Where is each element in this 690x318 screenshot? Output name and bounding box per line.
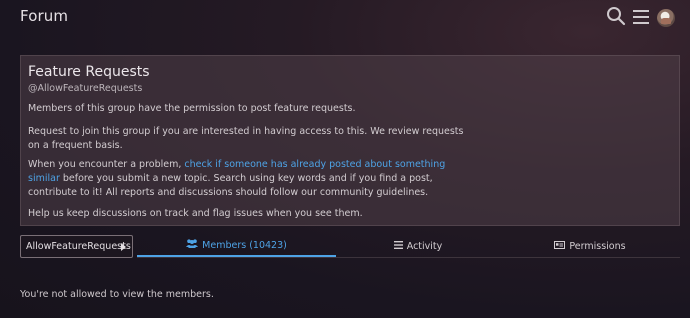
hamburger-menu-icon[interactable] <box>633 9 649 28</box>
group-dropdown-label: AllowFeatureRequests <box>26 241 131 252</box>
search-icon[interactable] <box>606 6 626 30</box>
group-description-1: Members of this group have the permissio… <box>28 103 356 114</box>
group-description-4: Help us keep discussions on track and fl… <box>28 208 363 219</box>
list-icon <box>393 240 403 252</box>
tab-activity[interactable]: Activity <box>336 235 500 257</box>
description-text: before you submit a new topic. Search us… <box>28 173 433 198</box>
tab-members-label: Members (10423) <box>202 239 287 251</box>
users-icon <box>186 239 199 251</box>
group-banner: Feature Requests @AllowFeatureRequests M… <box>20 55 680 226</box>
members-permission-message: You're not allowed to view the members. <box>20 289 214 300</box>
tab-members[interactable]: Members (10423) <box>137 235 336 257</box>
group-description-2: Request to join this group if you are in… <box>28 126 464 151</box>
tab-permissions-label: Permissions <box>569 240 626 252</box>
user-avatar[interactable] <box>657 9 675 27</box>
group-title: Feature Requests <box>28 64 150 80</box>
group-handle: @AllowFeatureRequests <box>28 83 143 94</box>
tab-permissions[interactable]: Permissions <box>500 235 680 257</box>
top-header: Forum <box>0 0 690 34</box>
tab-activity-label: Activity <box>406 240 443 252</box>
group-description-3: When you encounter a problem, check if s… <box>28 158 468 200</box>
site-brand[interactable]: Forum <box>20 7 68 25</box>
description-text: When you encounter a problem, <box>28 159 185 170</box>
tabs-divider <box>137 257 680 258</box>
group-dropdown-button[interactable]: AllowFeatureRequests <box>20 235 133 258</box>
group-tabs: AllowFeatureRequests Members (10423) Act… <box>20 235 680 259</box>
id-card-icon <box>554 240 566 252</box>
caret-right-icon <box>121 243 126 251</box>
